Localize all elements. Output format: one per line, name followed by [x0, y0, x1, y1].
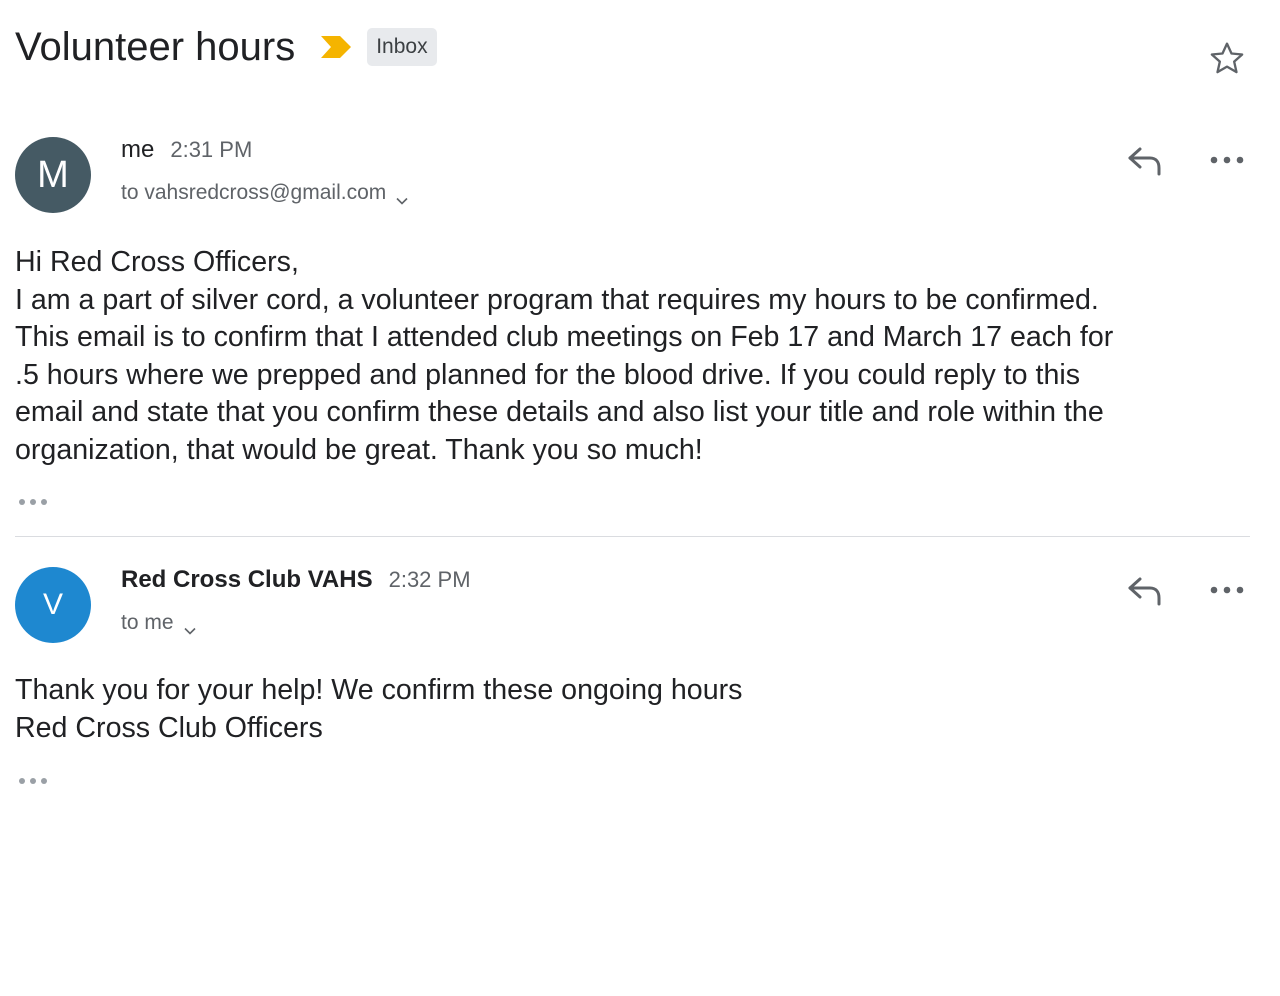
reply-icon	[1128, 577, 1161, 606]
body-line: email and state that you confirm these d…	[15, 396, 1104, 429]
body-line: Hi Red Cross Officers,	[15, 246, 299, 278]
recipient-details-toggle[interactable]: to me	[121, 611, 197, 635]
reply-button[interactable]	[1120, 136, 1168, 184]
body-line: This email is to confirm that I attended…	[15, 321, 1114, 354]
reply-icon	[1128, 147, 1161, 176]
body-line: Red Cross Club Officers	[15, 711, 323, 744]
message-body: Thank you for your help! We confirm thes…	[15, 672, 1265, 747]
thread-header: Volunteer hours Inbox	[15, 22, 437, 72]
thread-subject: Volunteer hours	[15, 25, 296, 69]
more-options-button[interactable]	[1203, 566, 1251, 614]
recipient-text: to vahsredcross@gmail.com	[121, 181, 387, 204]
message-header: Red Cross Club VAHS 2:32 PM	[121, 566, 471, 594]
avatar-letter: M	[37, 153, 69, 196]
reply-button[interactable]	[1120, 566, 1168, 614]
message-body: Hi Red Cross Officers, I am a part of si…	[15, 244, 1265, 470]
more-horizontal-icon	[1210, 156, 1244, 164]
body-line: .5 hours where we prepped and planned fo…	[15, 358, 1080, 391]
more-options-button[interactable]	[1203, 136, 1251, 184]
body-line: Thank you for your help! We confirm thes…	[15, 674, 743, 706]
chevron-down-icon	[395, 188, 409, 205]
more-horizontal-icon	[1210, 586, 1244, 594]
star-outline-icon	[1210, 42, 1244, 74]
body-line: I am a part of silver cord, a volunteer …	[15, 283, 1099, 316]
avatar[interactable]: M	[15, 137, 91, 213]
message-divider	[15, 536, 1250, 537]
importance-marker-icon[interactable]	[319, 34, 353, 60]
star-button[interactable]	[1206, 38, 1248, 80]
message-time: 2:32 PM	[388, 567, 471, 592]
sender-name[interactable]: Red Cross Club VAHS	[121, 566, 373, 594]
body-line: organization, that would be great. Thank…	[15, 433, 703, 466]
recipient-details-toggle[interactable]: to vahsredcross@gmail.com	[121, 181, 409, 205]
show-trimmed-content-icon	[19, 499, 47, 505]
inbox-label-chip[interactable]: Inbox	[367, 28, 437, 66]
recipient-text: to me	[121, 611, 174, 634]
chevron-down-icon	[183, 618, 197, 635]
email-thread-view: Volunteer hours Inbox M me 2:31 PM to va…	[0, 0, 1280, 996]
show-trimmed-content-button[interactable]	[17, 492, 57, 512]
show-trimmed-content-icon	[19, 778, 47, 784]
show-trimmed-content-button[interactable]	[17, 771, 57, 791]
sender-name[interactable]: me	[121, 136, 154, 164]
message-time: 2:31 PM	[170, 137, 253, 162]
avatar-letter: V	[42, 588, 63, 621]
message-header: me 2:31 PM	[121, 136, 252, 164]
avatar[interactable]: V	[15, 567, 91, 643]
